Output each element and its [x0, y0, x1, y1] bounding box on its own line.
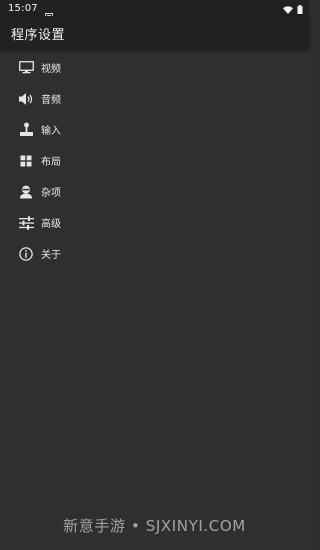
speaker-icon	[18, 91, 34, 107]
settings-menu: 视频 音频 输入 布局 杂项 高级 关于	[0, 52, 309, 269]
menu-item-label: 输入	[41, 126, 61, 137]
menu-item-label: 杂项	[41, 188, 61, 199]
sliders-icon	[18, 215, 34, 231]
monitor-icon	[18, 60, 34, 76]
grid-icon	[18, 153, 34, 169]
menu-item-layout[interactable]: 布局	[0, 145, 309, 176]
menu-item-label: 高级	[41, 219, 61, 230]
settings-screen: 15:07 程序设置 视频 音频 输入 布局 杂项 高级 关于 新意手游 • S…	[0, 0, 309, 550]
info-icon	[18, 246, 34, 262]
menu-item-about[interactable]: 关于	[0, 238, 309, 269]
joystick-icon	[18, 122, 34, 138]
notification-icon	[44, 5, 53, 20]
person-icon	[18, 184, 34, 200]
status-time: 15:07	[8, 2, 38, 14]
menu-item-label: 音频	[41, 95, 61, 106]
menu-item-label: 布局	[41, 157, 61, 168]
status-icons	[283, 0, 303, 18]
menu-item-label: 关于	[41, 250, 61, 261]
menu-item-label: 视频	[41, 64, 61, 75]
menu-item-audio[interactable]: 音频	[0, 83, 309, 114]
battery-icon	[297, 0, 303, 18]
watermark: 新意手游 • SJXINYI.COM	[63, 517, 246, 535]
menu-item-input[interactable]: 输入	[0, 114, 309, 145]
status-bar: 15:07	[0, 0, 309, 20]
menu-item-advanced[interactable]: 高级	[0, 207, 309, 238]
page-title: 程序设置	[11, 27, 66, 43]
app-bar: 程序设置	[0, 16, 309, 50]
menu-item-misc[interactable]: 杂项	[0, 176, 309, 207]
menu-item-video[interactable]: 视频	[0, 52, 309, 83]
wifi-icon	[283, 0, 293, 18]
